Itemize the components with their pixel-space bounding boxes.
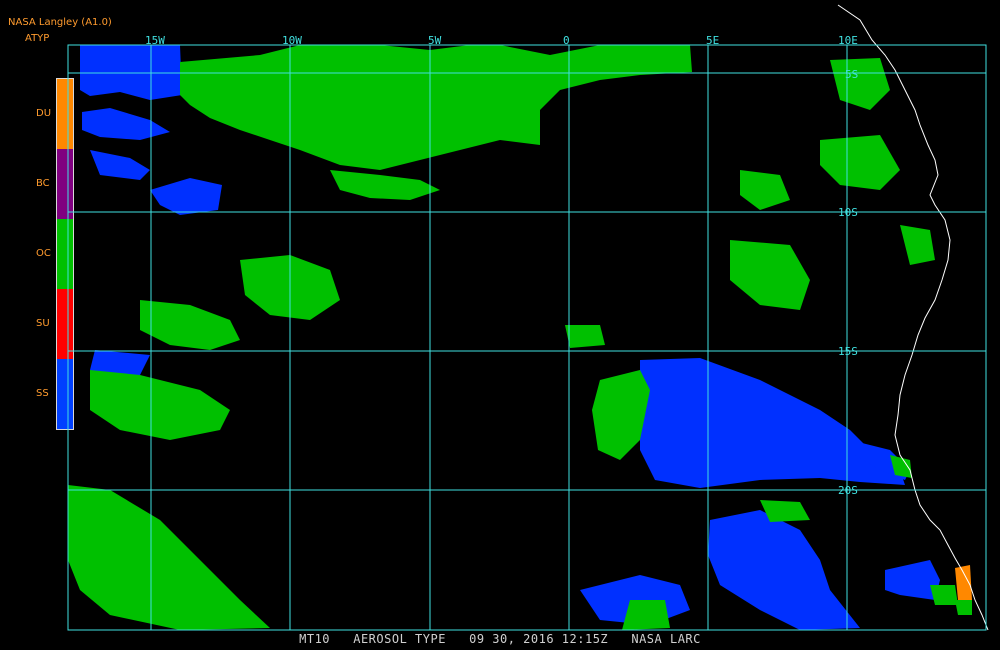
oc-region-se-corner-2 [955, 600, 972, 615]
lon-label-10e: 10E [838, 34, 858, 47]
ss-region-west-2 [90, 150, 150, 180]
oc-region-southeast [622, 600, 670, 630]
du-region-southeast [955, 565, 972, 600]
oc-region-east-coast-1 [830, 58, 890, 110]
lon-label-5e: 5E [706, 34, 719, 47]
lat-label-20s: 20S [838, 484, 858, 497]
oc-region-southwest [68, 485, 270, 630]
lon-label-0: 0 [563, 34, 570, 47]
lon-label-10w: 10W [282, 34, 302, 47]
lon-label-15w: 15W [145, 34, 165, 47]
lat-label-10s: 10S [838, 206, 858, 219]
oc-region-east-coast-4 [900, 225, 935, 265]
ss-region-south [708, 510, 860, 630]
oc-region-east-coast-2 [820, 135, 900, 190]
oc-region-east-coast-3 [730, 240, 810, 310]
oc-region-west-patches-2 [90, 370, 230, 440]
aerosol-map: 15W 10W 5W 0 5E 10E 5S 10S 15S 20S [67, 4, 989, 631]
oc-region-north-2 [330, 170, 440, 200]
oc-region-north [180, 45, 692, 170]
lat-label-15s: 15S [838, 345, 858, 358]
caption-product: AEROSOL TYPE [353, 632, 446, 646]
ss-region-west-3 [150, 178, 222, 215]
lat-label-5s: 5S [845, 68, 858, 81]
caption-satellite: MT10 [299, 632, 331, 646]
oc-region-west-patches [140, 300, 240, 350]
image-caption: MT10 AEROSOL TYPE 09 30, 2016 12:15Z NAS… [0, 632, 1000, 646]
ss-region-central [640, 358, 905, 488]
oc-region-east-coast-5 [740, 170, 790, 210]
caption-agency: NASA LARC [631, 632, 701, 646]
oc-region-se-corner [930, 585, 958, 605]
caption-datetime: 09 30, 2016 12:15Z [469, 632, 609, 646]
lon-label-5w: 5W [428, 34, 442, 47]
ss-region-west [82, 108, 170, 140]
oc-region-center-small [565, 325, 605, 348]
aerosol-type-layer [68, 45, 972, 630]
ss-region-southeast [885, 560, 940, 600]
